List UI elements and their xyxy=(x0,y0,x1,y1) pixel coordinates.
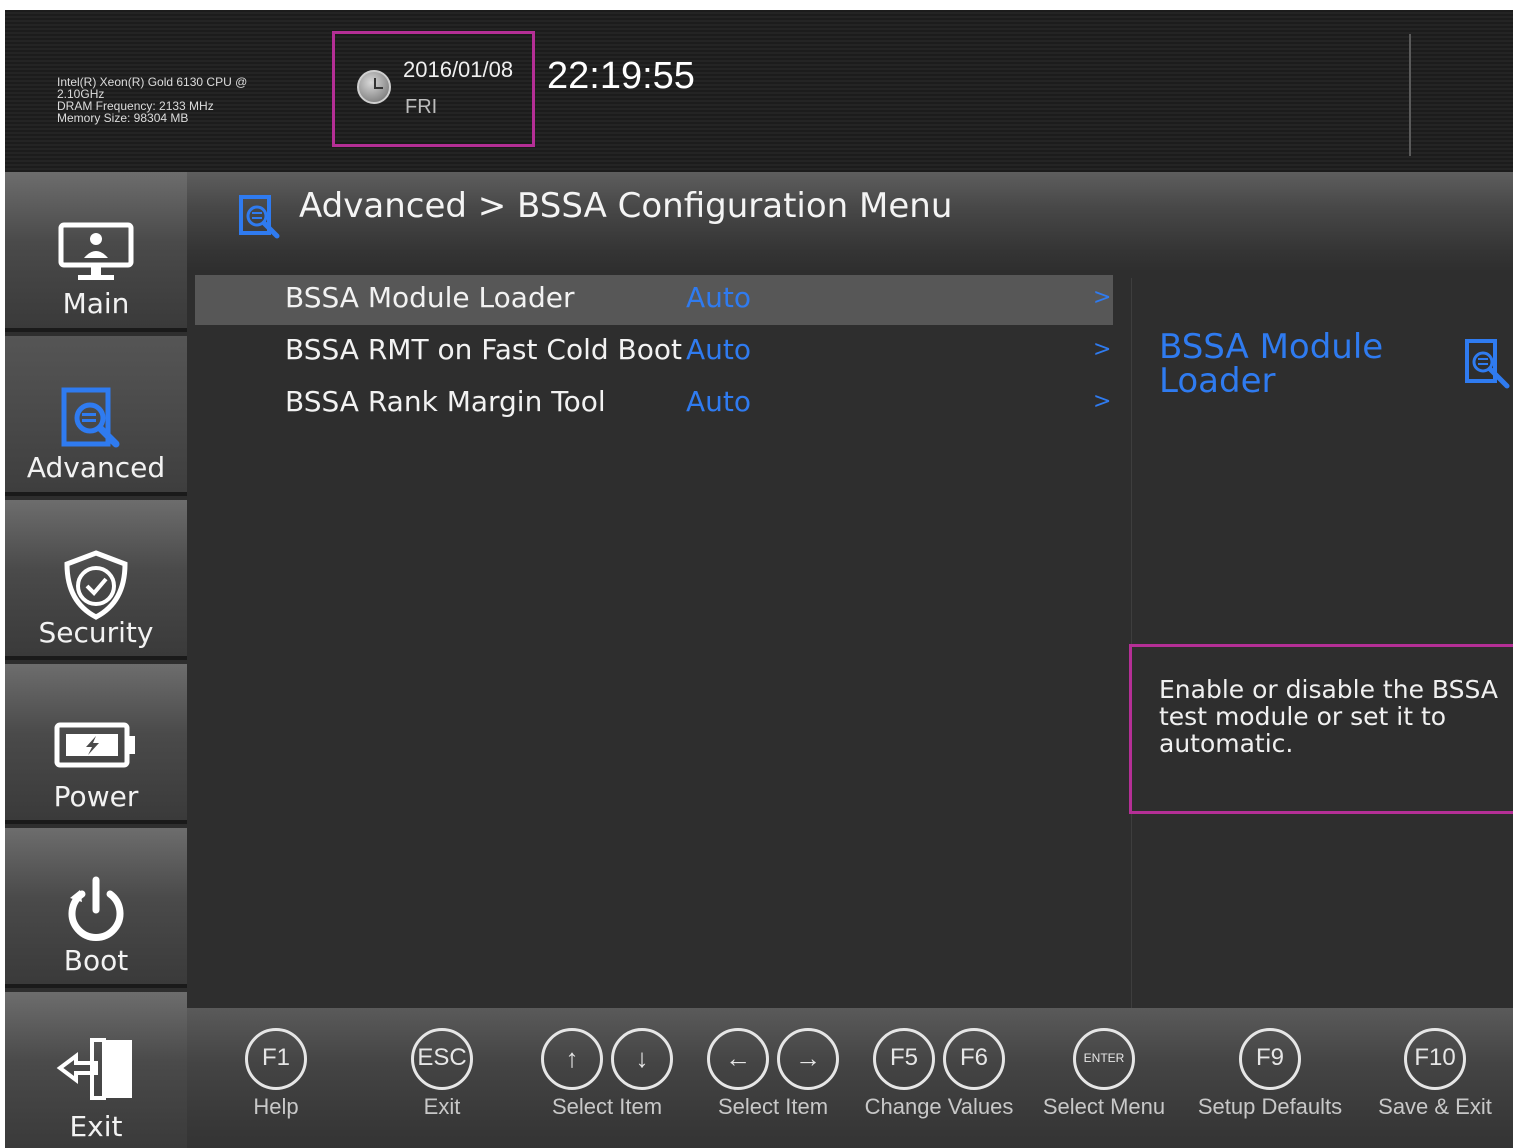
advanced-icon xyxy=(56,386,136,459)
nav-label-main: Main xyxy=(62,287,130,320)
header-bar: Intel(R) Xeon(R) Gold 6130 CPU @ 2.10GHz… xyxy=(5,10,1513,173)
key-label-change-values: Change Values xyxy=(864,1094,1014,1119)
setting-name: BSSA Module Loader xyxy=(285,281,575,314)
nav-item-advanced[interactable]: Advanced xyxy=(5,336,187,496)
help-description: Enable or disable the BSSA test module o… xyxy=(1159,675,1498,758)
clock-icon xyxy=(357,70,391,104)
key-label-save-exit: Save & Exit xyxy=(1378,1094,1492,1119)
help-pane-divider xyxy=(1131,278,1132,1008)
arrow-right-icon[interactable]: → xyxy=(777,1028,839,1090)
setting-row-bssa-rmt-fast-cold-boot[interactable]: BSSA RMT on Fast Cold Boot Auto > xyxy=(195,327,1113,377)
help-title: BSSA Module Loader xyxy=(1159,327,1384,401)
key-legend-bar: F1 Help ESC Exit ↑ ↓ Select Item ← → Sel… xyxy=(187,1008,1513,1148)
nav-label-security: Security xyxy=(38,616,154,649)
power-icon xyxy=(64,876,128,949)
side-nav: Main Advanced Security Power Boot Exit xyxy=(5,172,187,1148)
nav-item-boot[interactable]: Boot xyxy=(5,828,187,988)
chevron-right-icon: > xyxy=(1093,285,1112,310)
setting-value[interactable]: Auto xyxy=(686,385,751,418)
advanced-icon xyxy=(237,194,287,248)
system-info: Intel(R) Xeon(R) Gold 6130 CPU @ 2.10GHz… xyxy=(57,76,247,124)
nav-item-main[interactable]: Main xyxy=(5,172,187,332)
nav-label-advanced: Advanced xyxy=(26,451,166,484)
key-label-select-menu: Select Menu xyxy=(1042,1094,1166,1119)
nav-item-security[interactable]: Security xyxy=(5,500,187,660)
f1-key-icon[interactable]: F1 xyxy=(245,1028,307,1090)
nav-label-boot: Boot xyxy=(63,944,129,977)
nav-item-power[interactable]: Power xyxy=(5,664,187,824)
nav-item-exit[interactable]: Exit xyxy=(5,992,187,1148)
system-day: FRI xyxy=(405,96,438,118)
arrow-up-icon[interactable]: ↑ xyxy=(541,1028,603,1090)
key-label-exit: Exit xyxy=(423,1094,461,1119)
advanced-icon xyxy=(1463,338,1513,398)
enter-key-icon[interactable]: ENTER xyxy=(1073,1028,1135,1090)
monitor-icon xyxy=(58,222,134,291)
battery-icon xyxy=(54,722,138,775)
nav-label-power: Power xyxy=(53,780,139,813)
key-label-setup-defaults: Setup Defaults xyxy=(1197,1094,1343,1119)
header-divider xyxy=(1409,34,1411,156)
breadcrumb-bar: Advanced > BSSA Configuration Menu xyxy=(187,172,1513,272)
bios-window: Intel(R) Xeon(R) Gold 6130 CPU @ 2.10GHz… xyxy=(5,10,1513,1148)
setting-name: BSSA RMT on Fast Cold Boot xyxy=(285,333,682,366)
setting-row-bssa-rank-margin-tool[interactable]: BSSA Rank Margin Tool Auto > xyxy=(195,379,1113,429)
f10-key-icon[interactable]: F10 xyxy=(1404,1028,1466,1090)
key-label-help: Help xyxy=(253,1094,299,1119)
chevron-right-icon: > xyxy=(1093,389,1112,414)
breadcrumb: Advanced > BSSA Configuration Menu xyxy=(299,186,953,226)
system-time[interactable]: 22:19:55 xyxy=(547,55,695,98)
f5-key-icon[interactable]: F5 xyxy=(873,1028,935,1090)
key-label-select-item-vertical: Select Item xyxy=(551,1094,663,1119)
system-date[interactable]: 2016/01/08 xyxy=(403,57,513,83)
chevron-right-icon: > xyxy=(1093,337,1112,362)
f9-key-icon[interactable]: F9 xyxy=(1239,1028,1301,1090)
arrow-left-icon[interactable]: ← xyxy=(707,1028,769,1090)
arrow-down-icon[interactable]: ↓ xyxy=(611,1028,673,1090)
key-label-select-item-horizontal: Select Item xyxy=(717,1094,829,1119)
f6-key-icon[interactable]: F6 xyxy=(943,1028,1005,1090)
setting-name: BSSA Rank Margin Tool xyxy=(285,385,606,418)
exit-icon xyxy=(52,1036,140,1109)
esc-key-icon[interactable]: ESC xyxy=(411,1028,473,1090)
setting-value[interactable]: Auto xyxy=(686,333,751,366)
setting-row-bssa-module-loader[interactable]: BSSA Module Loader Auto > xyxy=(195,275,1113,325)
nav-label-exit: Exit xyxy=(69,1110,123,1143)
setting-value[interactable]: Auto xyxy=(686,281,751,314)
memory-size: Memory Size: 98304 MB xyxy=(57,111,189,125)
